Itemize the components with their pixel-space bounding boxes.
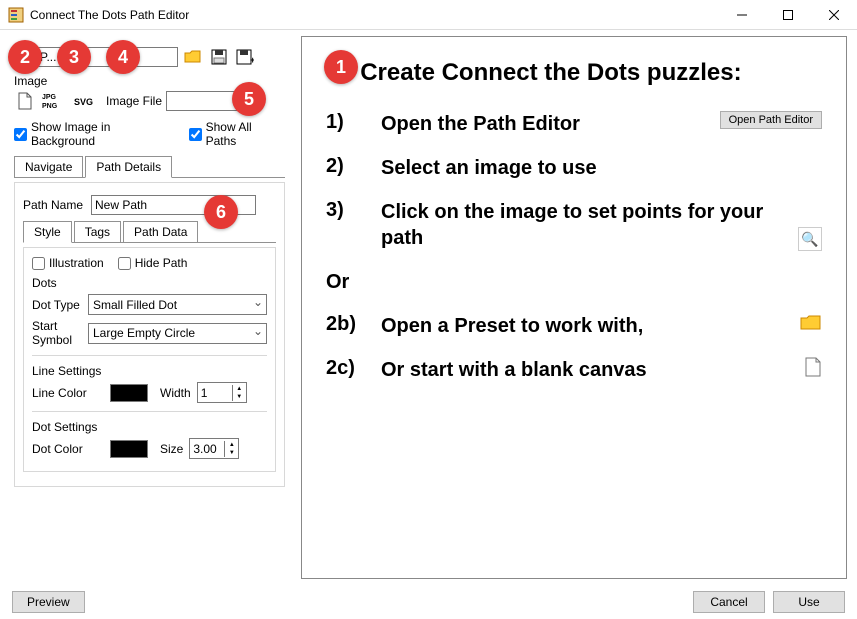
illustration-checkbox[interactable]: Illustration — [32, 256, 104, 270]
annotation-badge-5: 5 — [232, 82, 266, 116]
line-width-up[interactable]: ▲ — [232, 385, 246, 393]
line-width-spinner[interactable]: ▲▼ — [197, 382, 247, 403]
line-color-swatch[interactable] — [110, 384, 148, 402]
window-title: Connect The Dots Path Editor — [30, 8, 719, 22]
dot-size-down[interactable]: ▼ — [224, 449, 238, 457]
svg-text:+: + — [250, 55, 254, 65]
start-symbol-label: Start Symbol — [32, 319, 82, 347]
blank-canvas-icon[interactable] — [804, 357, 822, 383]
tab-path-data[interactable]: Path Data — [123, 221, 198, 243]
annotation-badge-6: 6 — [204, 195, 238, 229]
style-panel: Illustration Hide Path Dots Dot Type Sta… — [23, 247, 276, 472]
step1-text: Open the Path Editor — [381, 111, 712, 137]
dot-color-label: Dot Color — [32, 442, 104, 456]
magnify-icon[interactable]: 🔍 — [798, 227, 822, 251]
step2b-text: Open a Preset to work with, — [381, 313, 792, 339]
show-image-bg-label: Show Image in Background — [31, 120, 177, 148]
step2-num: 2) — [326, 155, 381, 178]
step3-text: Click on the image to set points for you… — [381, 199, 790, 251]
path-name-label: Path Name — [23, 198, 85, 212]
svg-text:PNG: PNG — [42, 103, 58, 110]
width-label: Width — [160, 386, 191, 400]
tab-style[interactable]: Style — [23, 221, 72, 243]
svg-text:SVG: SVG — [74, 97, 93, 107]
dot-settings-label: Dot Settings — [32, 420, 267, 434]
footer: Preview Cancel Use — [0, 585, 857, 619]
line-width-down[interactable]: ▼ — [232, 393, 246, 401]
open-path-editor-button[interactable]: Open Path Editor — [720, 111, 822, 129]
titlebar: Connect The Dots Path Editor — [0, 0, 857, 30]
size-label: Size — [160, 442, 183, 456]
app-icon — [8, 7, 24, 23]
minimize-button[interactable] — [719, 0, 765, 30]
annotation-badge-4: 4 — [106, 40, 140, 74]
step3-num: 3) — [326, 199, 381, 222]
step2c-text: Or start with a blank canvas — [381, 357, 796, 383]
canvas-area: To Create Connect the Dots puzzles: 1) O… — [301, 36, 847, 579]
annotation-badge-3: 3 — [57, 40, 91, 74]
line-width-input[interactable] — [198, 385, 232, 401]
step2c-num: 2c) — [326, 357, 381, 380]
show-all-paths-checkbox[interactable]: Show All Paths — [189, 120, 285, 148]
image-file-label: Image File — [106, 94, 162, 108]
dot-size-up[interactable]: ▲ — [224, 441, 238, 449]
show-image-bg-checkbox[interactable]: Show Image in Background — [14, 120, 177, 148]
preview-button[interactable]: Preview — [12, 591, 85, 613]
image-section-label: Image — [14, 74, 47, 88]
dot-color-swatch[interactable] — [110, 440, 148, 458]
dot-type-label: Dot Type — [32, 298, 82, 312]
dots-group-label: Dots — [32, 276, 267, 290]
line-settings-label: Line Settings — [32, 364, 267, 378]
dot-size-input[interactable] — [190, 441, 224, 457]
svg-text:JPG: JPG — [42, 94, 57, 101]
folder-icon[interactable] — [800, 313, 822, 337]
annotation-badge-2: 2 — [8, 40, 42, 74]
tab-path-details[interactable]: Path Details — [85, 156, 172, 178]
hide-path-checkbox[interactable]: Hide Path — [118, 256, 188, 270]
start-symbol-combo[interactable] — [88, 323, 267, 344]
hide-path-label: Hide Path — [135, 256, 188, 270]
annotation-badge-1: 1 — [324, 50, 358, 84]
sub-tabs: Style Tags Path Data — [23, 221, 276, 243]
or-text: Or — [326, 269, 822, 295]
line-color-label: Line Color — [32, 386, 104, 400]
step2b-num: 2b) — [326, 313, 381, 336]
dot-size-spinner[interactable]: ▲▼ — [189, 438, 239, 459]
tab-navigate[interactable]: Navigate — [14, 156, 83, 178]
open-folder-icon[interactable] — [182, 46, 204, 68]
cancel-button[interactable]: Cancel — [693, 591, 765, 613]
step1-num: 1) — [326, 111, 381, 134]
step2-text: Select an image to use — [381, 155, 822, 181]
show-all-paths-label: Show All Paths — [206, 120, 285, 148]
dot-type-combo[interactable] — [88, 294, 267, 315]
svg-icon[interactable]: SVG — [72, 90, 98, 112]
save-icon[interactable] — [208, 46, 230, 68]
illustration-label: Illustration — [49, 256, 104, 270]
main-tabs: Navigate Path Details — [14, 156, 285, 178]
instructions-heading: To Create Connect the Dots puzzles: — [326, 59, 822, 87]
use-button[interactable]: Use — [773, 591, 845, 613]
maximize-button[interactable] — [765, 0, 811, 30]
tab-tags[interactable]: Tags — [74, 221, 121, 243]
close-button[interactable] — [811, 0, 857, 30]
blank-image-icon[interactable] — [14, 90, 36, 112]
save-as-icon[interactable]: + — [234, 46, 256, 68]
path-details-panel: Path Name Style Tags Path Data Illustrat… — [14, 182, 285, 487]
jpg-png-icon[interactable]: JPG PNG — [40, 90, 68, 112]
